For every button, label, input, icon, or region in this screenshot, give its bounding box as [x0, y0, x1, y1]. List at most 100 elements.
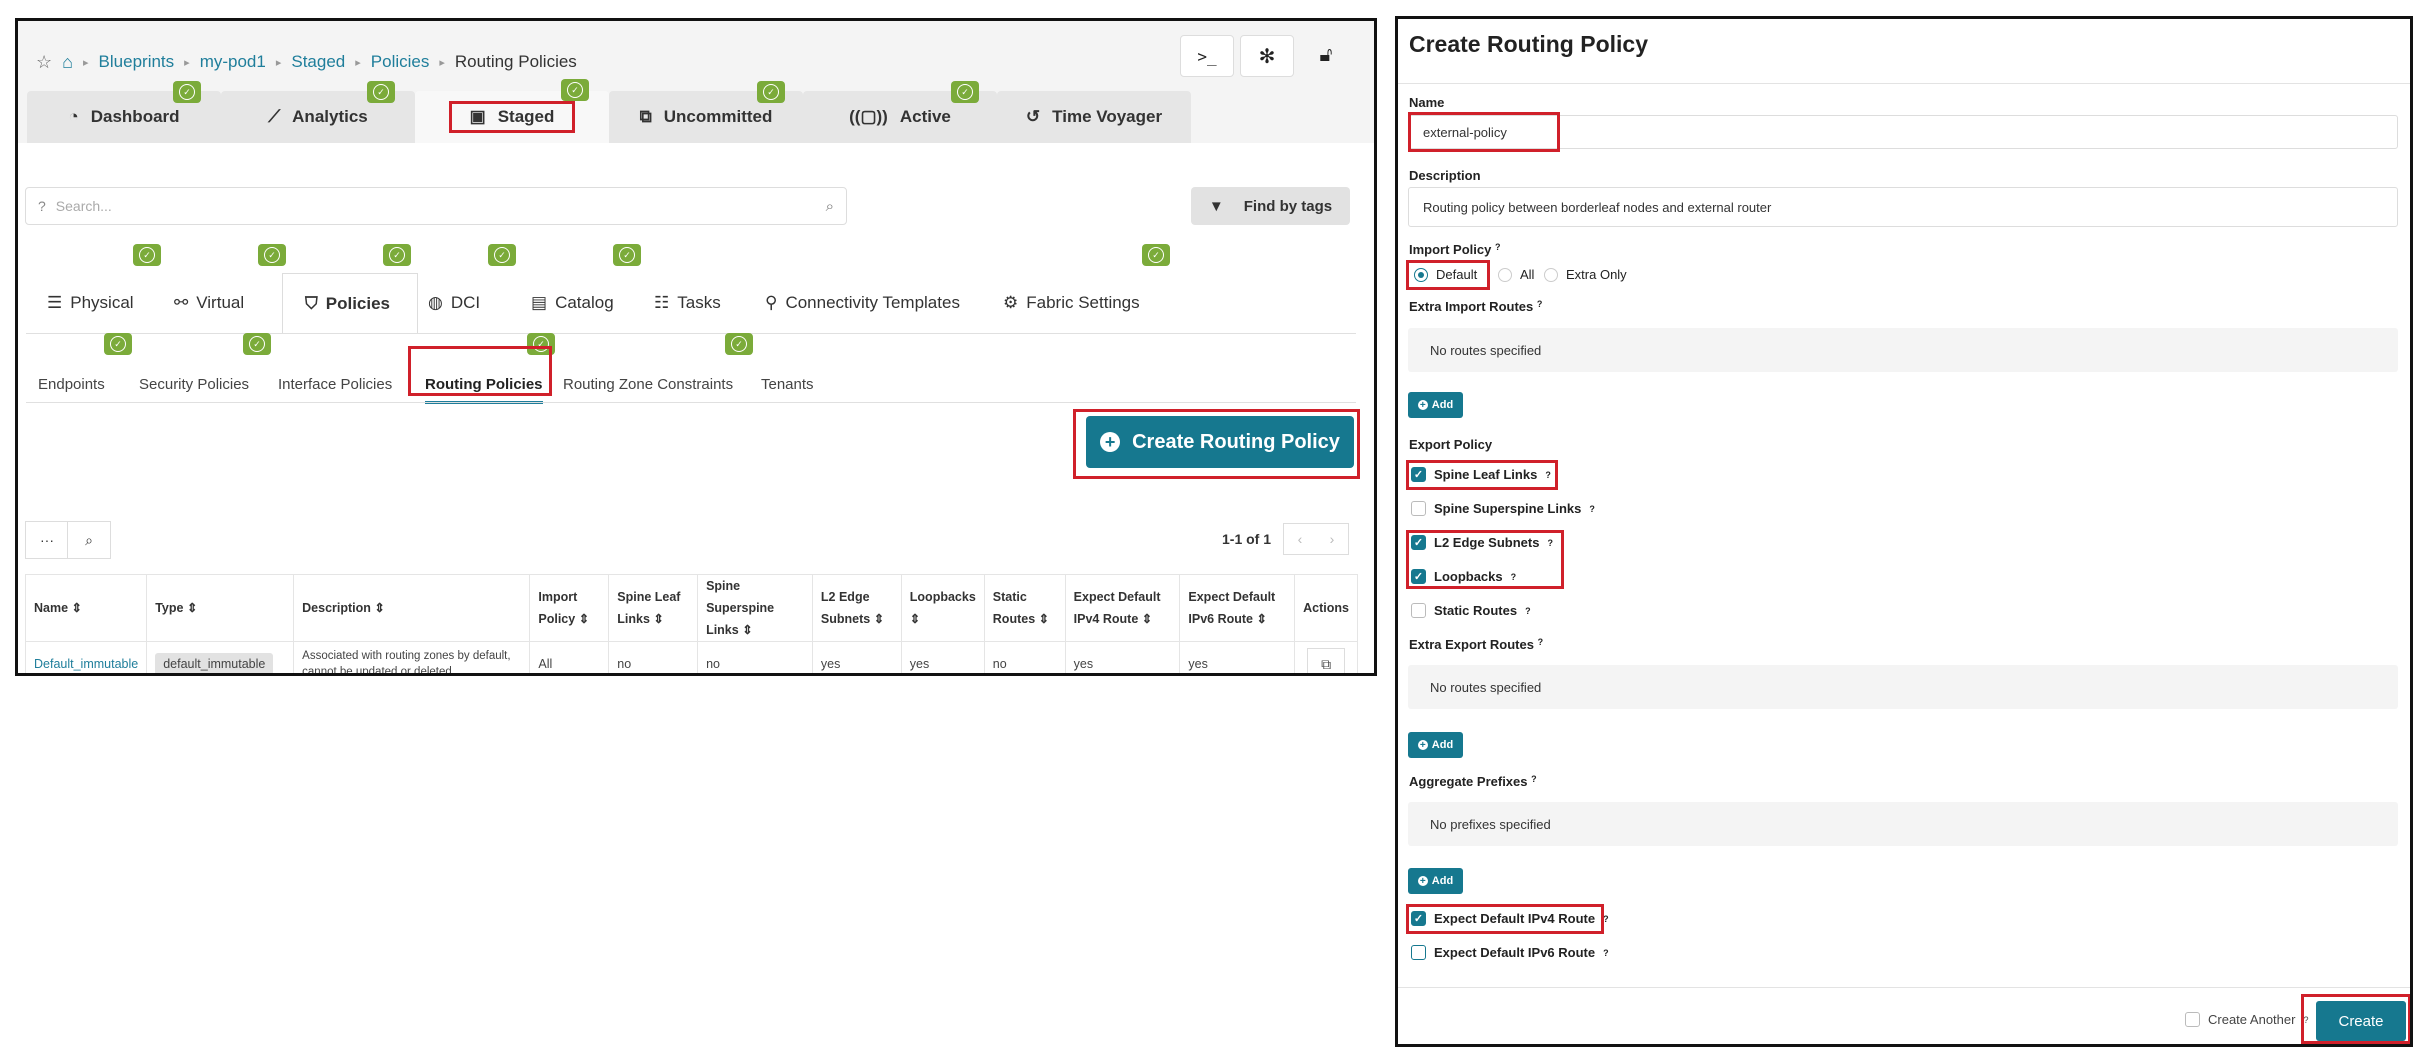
tab-time-voyager[interactable]: ↺ Time Voyager: [997, 91, 1191, 143]
active-icon: ((▢)): [849, 107, 888, 126]
ipv4-highlight: [1406, 904, 1604, 934]
clone-icon: ⧉: [1321, 655, 1332, 672]
ellipsis-icon: ···: [40, 532, 54, 548]
help-icon: ?: [1494, 242, 1501, 252]
tab-interface-policies[interactable]: Interface Policies: [278, 367, 392, 401]
search-icon: ⌕: [85, 531, 93, 548]
search-input[interactable]: ? Search... ⌕: [25, 187, 847, 225]
col-header[interactable]: Type ⇕: [146, 574, 295, 642]
export-policy-label: Export Policy: [1409, 437, 1493, 452]
breadcrumb-staged[interactable]: Staged: [291, 52, 345, 72]
checkbox-icon: [1411, 603, 1426, 618]
checkbox-icon: [1411, 501, 1426, 516]
search-icon: ⌕: [825, 197, 834, 215]
status-badge: [104, 333, 132, 355]
star-icon[interactable]: ☆: [36, 52, 52, 73]
col-header[interactable]: Expect Default IPv6 Route ⇕: [1179, 574, 1296, 642]
server-icon: ☰: [47, 293, 63, 312]
col-header[interactable]: Import Policy ⇕: [529, 574, 610, 642]
status-badge: [243, 333, 271, 355]
col-header[interactable]: Loopbacks ⇕: [900, 574, 985, 642]
home-icon[interactable]: ⌂: [62, 52, 73, 73]
page-range: 1-1 of 1: [1222, 531, 1272, 547]
col-header[interactable]: L2 Edge Subnets ⇕: [811, 574, 902, 642]
fabric-settings-icon: ⚙: [1003, 293, 1019, 312]
static-routes-checkbox[interactable]: Static Routes?: [1411, 603, 1531, 618]
help-icon: ?: [38, 198, 46, 214]
status-badge: [725, 333, 753, 355]
breadcrumb-pod[interactable]: my-pod1: [200, 52, 266, 72]
pagination: 1-1 of 1 ‹ ›: [1222, 521, 1350, 557]
help-icon: ?: [1589, 503, 1595, 514]
col-header[interactable]: Spine Superspine Links ⇕: [697, 574, 813, 642]
tab-policies[interactable]: ⛉ Policies: [282, 273, 418, 333]
type-badge: default_immutable: [155, 653, 274, 673]
tab-connectivity-templates[interactable]: ⚲ Connectivity Templates: [765, 273, 960, 333]
table-search-button[interactable]: ⌕: [67, 521, 111, 559]
help-icon: ?: [1603, 947, 1609, 958]
plus-icon: +: [1417, 740, 1428, 751]
tab-security-policies[interactable]: Security Policies: [139, 367, 249, 401]
create-routing-policy-button[interactable]: + Create Routing Policy: [1086, 416, 1354, 468]
routing-policies-table: Name ⇕ Type ⇕ Description ⇕ Import Policy…: [24, 574, 1358, 673]
status-badge: [367, 81, 395, 103]
table-row: Default_immutable default_immutable Asso…: [24, 641, 1358, 673]
col-header: Actions: [1294, 574, 1358, 642]
add-prefix-button[interactable]: + Add: [1408, 868, 1463, 894]
unlock-button[interactable]: 🔓︎: [1300, 35, 1352, 75]
status-badge: [133, 244, 161, 266]
chevron-right-icon: ▸: [439, 56, 445, 69]
tab-virtual[interactable]: ⚯ Virtual: [174, 273, 244, 333]
tab-physical[interactable]: ☰ Physical: [47, 273, 134, 333]
policy-name-link[interactable]: Default_immutable: [24, 641, 148, 673]
col-header[interactable]: Description ⇕: [293, 574, 531, 642]
tab-dci[interactable]: ◍ DCI: [428, 273, 480, 333]
tab-fabric-settings[interactable]: ⚙ Fabric Settings: [1003, 273, 1140, 333]
col-header[interactable]: Spine Leaf Links ⇕: [608, 574, 699, 642]
ipv6-cell: yes: [1179, 641, 1296, 673]
bug-button[interactable]: ✻: [1240, 35, 1294, 77]
tab-endpoints[interactable]: Endpoints: [38, 367, 105, 401]
col-header[interactable]: Name ⇕: [24, 574, 148, 642]
routing-policies-highlight: [408, 346, 552, 396]
loopbacks-cell: yes: [900, 641, 985, 673]
chevron-right-icon: ▸: [355, 56, 361, 69]
tab-catalog[interactable]: ▤ Catalog: [531, 273, 614, 333]
import-radio-all[interactable]: All: [1498, 267, 1534, 282]
create-routing-policy-dialog: Create Routing Policy Name external-poli…: [1395, 16, 2413, 1047]
chart-line-icon: ⟋: [268, 107, 281, 126]
tab-routing-zone-constraints[interactable]: Routing Zone Constraints: [563, 367, 733, 401]
ipv4-cell: yes: [1064, 641, 1181, 673]
next-page-icon[interactable]: ›: [1330, 531, 1335, 547]
toolbar: >_ ✻ 🔓︎: [1180, 35, 1352, 77]
breadcrumb-current: Routing Policies: [454, 52, 577, 71]
l2-edge-cell: yes: [811, 641, 902, 673]
import-policy-label: Import Policy ?: [1409, 242, 1501, 257]
col-header[interactable]: Expect Default IPv4 Route ⇕: [1064, 574, 1181, 642]
radio-icon: [1544, 267, 1558, 282]
tab-tenants[interactable]: Tenants: [761, 367, 814, 401]
expect-ipv6-checkbox[interactable]: Expect Default IPv6 Route?: [1411, 945, 1609, 960]
extra-import-routes-empty: No routes specified: [1408, 328, 2398, 372]
tab-tasks[interactable]: ☷ Tasks: [654, 273, 721, 333]
import-radio-extra-only[interactable]: Extra Only: [1544, 267, 1627, 282]
find-by-tags-button[interactable]: ▼ Find by tags: [1191, 187, 1350, 225]
spine-superspine-links-checkbox[interactable]: Spine Superspine Links?: [1411, 501, 1595, 516]
breadcrumb-blueprints[interactable]: Blueprints: [99, 52, 175, 72]
unlock-icon: 🔓︎: [1319, 43, 1333, 66]
aggregate-prefixes-empty: No prefixes specified: [1408, 802, 2398, 846]
static-cell: no: [983, 641, 1066, 673]
virtual-icon: ⚯: [174, 293, 189, 312]
breadcrumb-policies[interactable]: Policies: [371, 52, 430, 72]
clone-button[interactable]: ⧉: [1307, 648, 1346, 673]
add-import-route-button[interactable]: + Add: [1408, 392, 1463, 418]
more-options-button[interactable]: ···: [25, 521, 69, 559]
terminal-button[interactable]: >_: [1180, 35, 1234, 77]
create-another-checkbox[interactable]: Create Another?: [2185, 1012, 2308, 1027]
col-header[interactable]: Static Routes ⇕: [983, 574, 1066, 642]
description-cell: Associated with routing zones by default…: [293, 641, 531, 673]
connectivity-icon: ⚲: [765, 293, 778, 312]
add-export-route-button[interactable]: + Add: [1408, 732, 1463, 758]
description-field[interactable]: Routing policy between borderleaf nodes …: [1408, 187, 2398, 227]
prev-page-icon[interactable]: ‹: [1298, 531, 1303, 547]
